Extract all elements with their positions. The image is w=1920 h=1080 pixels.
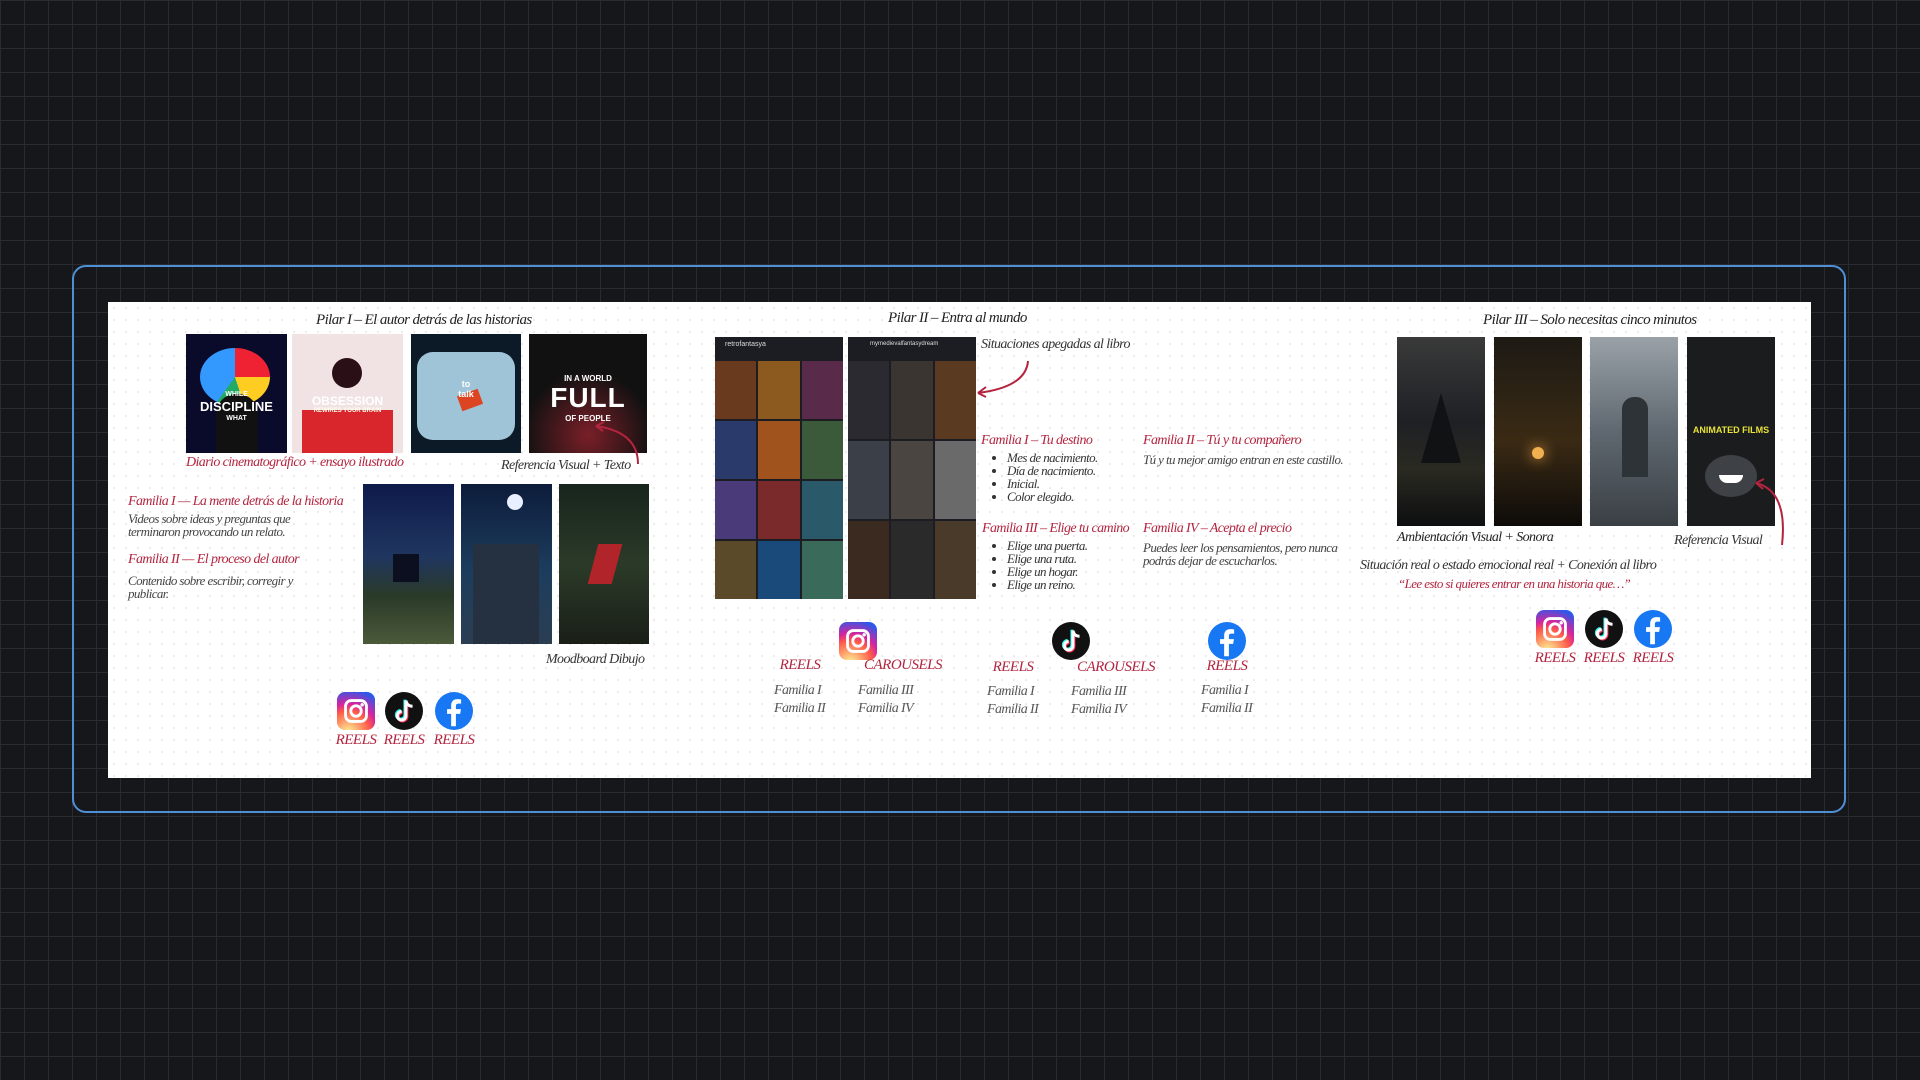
pillar2-ig-carousels-item: Familia IV (858, 701, 914, 716)
pillar3-tiktok-icon[interactable] (1585, 610, 1623, 648)
pillar2-ig-reels-item: Familia I (774, 683, 822, 698)
pillar2-phone-retrofantasya[interactable]: retrofantasya (715, 337, 843, 599)
pillar1-facebook-label: REELS (433, 732, 475, 748)
phone1-handle: retrofantasya (725, 341, 766, 348)
pillar3-caption-right: Referencia Visual (1674, 533, 1763, 548)
moodboard-image-moon-knights[interactable] (461, 484, 552, 644)
pillar2-tt-carousels-label: CAROUSELS (1077, 659, 1156, 675)
pillar2-fb-reels-label: REELS (1206, 658, 1248, 674)
strategy-board: Pilar I – El autor detrás de las histori… (108, 302, 1811, 778)
pillar2-tiktok-icon[interactable] (1052, 622, 1090, 660)
phone2-handle: mymedievalfantasydream (870, 341, 939, 347)
pillar1-image-discipline[interactable]: WHILE DISCIPLINE WHAT (186, 334, 287, 453)
pillar3-facebook-label: REELS (1632, 650, 1674, 666)
pillar3-image-figure[interactable] (1590, 337, 1678, 526)
pillar3-title: Pilar III – Solo necesitas cinco minutos (1483, 312, 1697, 328)
pillar1-title: Pilar I – El autor detrás de las histori… (316, 312, 532, 328)
pillar2-tt-reels-label: REELS (992, 659, 1034, 675)
pillar1-caption-right: Referencia Visual + Texto (501, 458, 631, 473)
pillar3-image-ship[interactable] (1397, 337, 1485, 526)
pillar2-family3-title: Familia III – Elige tu camino (982, 521, 1130, 536)
pillar2-title: Pilar II – Entra al mundo (888, 310, 1027, 326)
pillar1-family2-title: Familia II — El proceso del autor (128, 552, 300, 567)
pillar1-image-to-talk[interactable]: to talk (411, 334, 521, 453)
pillar1-image-obsession[interactable]: OBSESSION REWIRES YOUR BRAIN (292, 334, 403, 453)
pillar2-family2-text: Tú y tu mejor amigo entran en este casti… (1143, 452, 1344, 467)
pillar2-annotation: Situaciones apegadas al libro (981, 337, 1131, 352)
pillar1-facebook-icon[interactable] (435, 692, 473, 730)
pillar2-family4-title: Familia IV – Acepta el precio (1143, 521, 1292, 536)
pillar2-family4-text: Puedes leer los pensamientos, pero nunca… (1143, 540, 1338, 568)
obsession-line2: REWIRES YOUR BRAIN (313, 408, 382, 414)
obsession-line1: OBSESSION (311, 394, 384, 408)
pillar2-tt-reels-item: Familia II (987, 702, 1039, 717)
pillar1-instagram-icon[interactable] (337, 692, 375, 730)
discipline-line2: DISCIPLINE (200, 399, 273, 414)
pillar2-facebook-icon[interactable] (1208, 622, 1246, 660)
pillar2-tt-carousels-item: Familia IV (1071, 702, 1127, 717)
pillar3-image-candle[interactable] (1494, 337, 1582, 526)
pillar2-family2-title: Familia II – Tú y tu compañero (1143, 433, 1302, 448)
pillar2-family3-list: Elige una puerta. Elige una ruta. Elige … (991, 539, 1088, 591)
pillar2-tt-carousels-item: Familia III (1071, 684, 1127, 699)
pillar3-facebook-icon[interactable] (1634, 610, 1672, 648)
pillar2-instagram-icon[interactable] (839, 622, 877, 660)
pillar1-family1-title: Familia I — La mente detrás de la histor… (128, 494, 344, 509)
pillar2-ig-reels-label: REELS (779, 657, 821, 673)
list-item: Color elegido. (1007, 490, 1098, 503)
moodboard-image-castle-path[interactable] (363, 484, 454, 644)
pillar3-caption-left: Ambientación Visual + Sonora (1397, 530, 1554, 545)
pillar3-quote: “Lee esto si quieres entrar en una histo… (1398, 576, 1631, 591)
pillar2-fb-reels-item: Familia II (1201, 701, 1253, 716)
pillar1-caption-left: Diario cinematográfico + ensayo ilustrad… (186, 455, 404, 470)
moodboard-image-red-cape[interactable] (559, 484, 649, 644)
pillar2-ig-carousels-item: Familia III (858, 683, 914, 698)
full-line2: FULL (550, 382, 626, 413)
pillar2-ig-reels-item: Familia II (774, 701, 826, 716)
animated-films-text: ANIMATED FILMS (1692, 425, 1770, 435)
pillar1-family2-text: Contenido sobre escribir, corregir y pub… (128, 573, 293, 601)
pillar2-family1-list: Mes de nacimiento. Día de nacimiento. In… (991, 451, 1098, 503)
pillar2-ig-carousels-label: CAROUSELS (864, 657, 943, 673)
pillar2-fb-reels-item: Familia I (1201, 683, 1249, 698)
list-item: Elige un reino. (1007, 578, 1087, 591)
pillar2-family1-title: Familia I – Tu destino (981, 433, 1093, 448)
pillar3-instagram-icon[interactable] (1536, 610, 1574, 648)
to-talk-line2: talk (458, 389, 474, 399)
pillar3-description: Situación real o estado emocional real +… (1360, 558, 1657, 573)
discipline-line1: WHILE (225, 391, 248, 398)
pillar2-tt-reels-item: Familia I (987, 684, 1035, 699)
pillar2-arrow (977, 360, 1029, 398)
to-talk-line1: to (461, 379, 471, 389)
pillar1-family1-text: Videos sobre ideas y preguntas que termi… (128, 511, 291, 539)
pillar1-tiktok-icon[interactable] (385, 692, 423, 730)
pillar1-moodboard-caption: Moodboard Dibujo (546, 652, 645, 667)
discipline-line3: WHAT (226, 415, 247, 422)
